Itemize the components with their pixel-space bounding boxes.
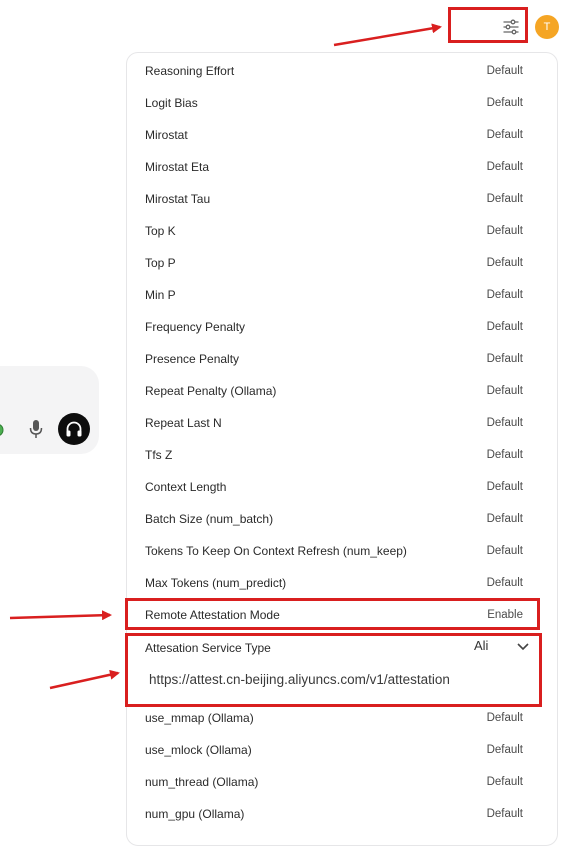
param-value-toggle[interactable]: Default xyxy=(487,189,523,209)
param-value-toggle[interactable]: Default xyxy=(487,445,523,465)
param-label: Repeat Last N xyxy=(145,416,222,430)
param-label: Presence Penalty xyxy=(145,352,240,366)
param-label: num_gpu (Ollama) xyxy=(145,807,245,821)
param-row[interactable]: Tfs Z Default xyxy=(145,445,523,465)
param-value-toggle[interactable]: Default xyxy=(487,381,523,401)
param-row[interactable]: Batch Size (num_batch) Default xyxy=(145,509,523,529)
param-value-toggle[interactable]: Default xyxy=(487,573,523,593)
param-row[interactable]: Repeat Last N Default xyxy=(145,413,523,433)
param-row[interactable]: num_thread (Ollama) Default xyxy=(145,772,523,792)
param-value-toggle[interactable]: Default xyxy=(487,125,523,145)
param-value-toggle[interactable]: Default xyxy=(487,349,523,369)
param-row[interactable]: Repeat Penalty (Ollama) Default xyxy=(145,381,523,401)
param-label: Min P xyxy=(145,288,176,302)
headphones-icon xyxy=(66,421,82,437)
param-label: Frequency Penalty xyxy=(145,320,246,334)
param-value-toggle[interactable]: Default xyxy=(487,772,523,792)
param-value-toggle[interactable]: Default xyxy=(487,708,523,728)
param-row[interactable]: Min P Default xyxy=(145,285,523,305)
param-row[interactable]: Frequency Penalty Default xyxy=(145,317,523,337)
param-label: Context Length xyxy=(145,480,227,494)
param-row[interactable]: Context Length Default xyxy=(145,477,523,497)
param-label: Reasoning Effort xyxy=(145,64,235,78)
arrow-to-remote-attestation xyxy=(9,610,112,621)
param-value-toggle[interactable]: Default xyxy=(487,93,523,113)
param-label: Mirostat xyxy=(145,128,188,142)
param-row[interactable]: Reasoning Effort Default xyxy=(145,61,523,81)
param-row[interactable]: Tokens To Keep On Context Refresh (num_k… xyxy=(145,541,523,561)
param-row[interactable]: use_mlock (Ollama) Default xyxy=(145,740,523,760)
param-label: Batch Size (num_batch) xyxy=(145,512,274,526)
param-value-toggle[interactable]: Default xyxy=(487,157,523,177)
param-row[interactable]: Mirostat Eta Default xyxy=(145,157,523,177)
param-value-toggle[interactable]: Default xyxy=(487,509,523,529)
param-value-toggle[interactable]: Default xyxy=(487,804,523,824)
param-row[interactable]: num_gpu (Ollama) Default xyxy=(145,804,523,824)
param-value-toggle[interactable]: Default xyxy=(487,221,523,241)
param-label: Logit Bias xyxy=(145,96,198,110)
param-value-toggle[interactable]: Default xyxy=(487,253,523,273)
param-value-toggle[interactable]: Default xyxy=(487,477,523,497)
param-value-toggle[interactable]: Default xyxy=(487,61,523,81)
param-row[interactable]: Logit Bias Default xyxy=(145,93,523,113)
param-label: Top K xyxy=(145,224,176,238)
param-label: use_mmap (Ollama) xyxy=(145,711,254,725)
param-row[interactable]: Mirostat Tau Default xyxy=(145,189,523,209)
param-label: num_thread (Ollama) xyxy=(145,775,259,789)
param-row[interactable]: Top K Default xyxy=(145,221,523,241)
param-label: Mirostat Eta xyxy=(145,160,210,174)
param-value-toggle[interactable]: Default xyxy=(487,285,523,305)
voice-call-button[interactable] xyxy=(58,413,90,445)
param-label: Tokens To Keep On Context Refresh (num_k… xyxy=(145,544,407,558)
param-label: Max Tokens (num_predict) xyxy=(145,576,287,590)
param-row[interactable]: use_mmap (Ollama) Default xyxy=(145,708,523,728)
param-label: Mirostat Tau xyxy=(145,192,211,206)
param-label: use_mlock (Ollama) xyxy=(145,743,252,757)
param-value-toggle[interactable]: Default xyxy=(487,740,523,760)
param-value-toggle[interactable]: Default xyxy=(487,541,523,561)
microphone-icon[interactable] xyxy=(28,418,44,440)
attestation-service-highlight-box xyxy=(125,633,542,707)
param-row[interactable]: Mirostat Default xyxy=(145,125,523,145)
param-row[interactable]: Max Tokens (num_predict) Default xyxy=(145,573,523,593)
param-label: Repeat Penalty (Ollama) xyxy=(145,384,277,398)
param-row[interactable]: Top P Default xyxy=(145,253,523,273)
param-value-toggle[interactable]: Default xyxy=(487,413,523,433)
arrow-to-controls xyxy=(333,23,442,47)
param-value-toggle[interactable]: Default xyxy=(487,317,523,337)
param-row[interactable]: Presence Penalty Default xyxy=(145,349,523,369)
user-avatar[interactable]: T xyxy=(535,15,559,39)
param-label: Top P xyxy=(145,256,176,270)
param-label: Tfs Z xyxy=(145,448,173,462)
arrow-to-attestation-service xyxy=(49,669,120,690)
remote-attestation-highlight-box xyxy=(125,598,540,630)
emoji-icon[interactable] xyxy=(0,420,8,438)
sliders-icon[interactable] xyxy=(502,18,520,36)
